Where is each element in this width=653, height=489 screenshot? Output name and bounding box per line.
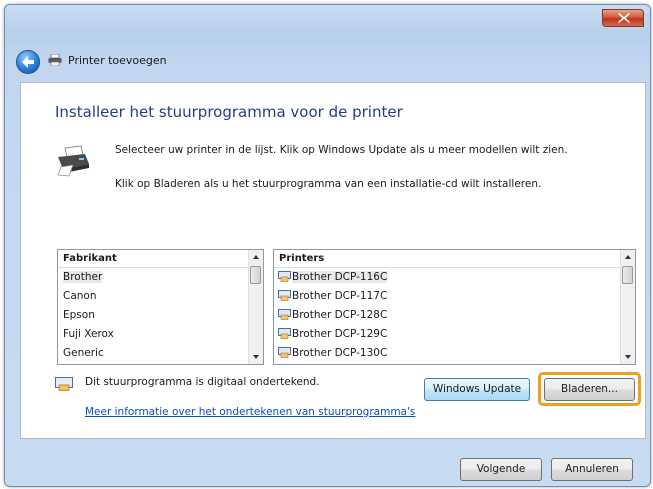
printer-icon xyxy=(278,290,291,301)
list-item[interactable]: Brother xyxy=(58,268,249,287)
window-title: Printer toevoegen xyxy=(68,54,167,67)
printer-scrollbar[interactable] xyxy=(620,250,635,364)
printer-column-header[interactable]: Printers xyxy=(274,250,635,268)
signed-driver-icon xyxy=(55,377,73,391)
printer-rows: Brother DCP-116C Brother DCP-117C Brothe… xyxy=(274,268,621,364)
instruction-browse: Klik op Bladeren als u het stuurprogramm… xyxy=(115,178,542,190)
printer-icon xyxy=(57,145,89,177)
browse-button[interactable]: Bladeren... xyxy=(544,378,635,401)
close-icon xyxy=(618,13,630,23)
scroll-down-icon[interactable] xyxy=(621,350,635,364)
dialog-window: Printer toevoegen Installeer het stuurpr… xyxy=(4,4,651,487)
back-button[interactable] xyxy=(16,50,40,74)
list-item[interactable]: Brother DCP-116C xyxy=(274,268,621,287)
list-item[interactable]: Canon xyxy=(58,287,249,306)
list-item[interactable]: Fuji Xerox xyxy=(58,325,249,344)
list-item[interactable]: Generic xyxy=(58,344,249,363)
printer-list[interactable]: Printers Brother DCP-116C Brother DCP-11… xyxy=(273,249,636,365)
windows-update-button[interactable]: Windows Update xyxy=(424,378,530,401)
manufacturer-rows: Brother Canon Epson Fuji Xerox Generic xyxy=(58,268,249,364)
wizard-content: Installeer het stuurprogramma voor de pr… xyxy=(20,82,646,439)
page-title: Installeer het stuurprogramma voor de pr… xyxy=(55,103,403,121)
list-item[interactable]: Brother DCP-128C xyxy=(274,306,621,325)
signature-status: Dit stuurprogramma is digitaal onderteke… xyxy=(85,376,320,388)
manufacturer-column-header[interactable]: Fabrikant xyxy=(58,250,263,268)
list-item[interactable]: Brother DCP-129C xyxy=(274,325,621,344)
printer-icon xyxy=(278,309,291,320)
list-item[interactable]: Brother DCP-130C xyxy=(274,344,621,363)
list-item[interactable]: Epson xyxy=(58,306,249,325)
printer-icon xyxy=(278,328,291,339)
scroll-down-icon[interactable] xyxy=(249,350,263,364)
manufacturer-list[interactable]: Fabrikant Brother Canon Epson Fuji Xerox… xyxy=(57,249,264,365)
driver-signing-info-link[interactable]: Meer informatie over het ondertekenen va… xyxy=(85,406,415,418)
scroll-up-icon[interactable] xyxy=(249,250,263,264)
list-item[interactable]: Brother DCP-117C xyxy=(274,287,621,306)
cancel-button[interactable]: Annuleren xyxy=(551,458,633,481)
scroll-thumb[interactable] xyxy=(622,266,633,284)
back-arrow-icon xyxy=(22,56,34,68)
scroll-up-icon[interactable] xyxy=(621,250,635,264)
scroll-thumb[interactable] xyxy=(250,266,261,284)
printer-icon xyxy=(48,54,62,66)
printer-icon xyxy=(278,271,291,282)
next-button[interactable]: Volgende xyxy=(460,458,542,481)
printer-icon xyxy=(278,347,291,358)
close-button[interactable] xyxy=(602,9,644,27)
manufacturer-scrollbar[interactable] xyxy=(248,250,263,364)
instruction-select: Selecteer uw printer in de lijst. Klik o… xyxy=(115,144,568,156)
